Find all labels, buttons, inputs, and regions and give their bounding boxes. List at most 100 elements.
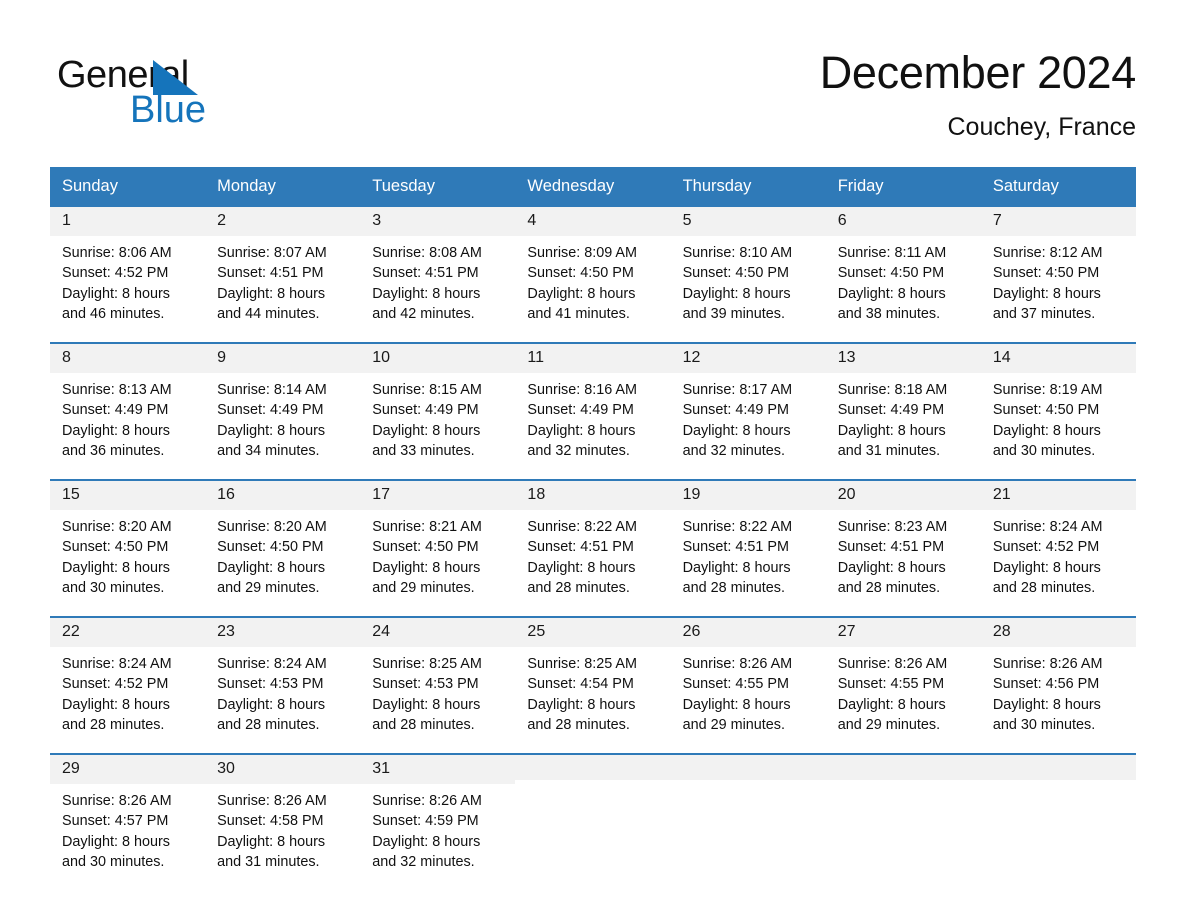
sunrise-text: Sunrise: 8:26 AM [837, 656, 948, 673]
day-details: Sunrise: 8:20 AM Sunset: 4:50 PM Daylight:… [50, 510, 205, 598]
calendar-day-cell[interactable]: 20 Sunrise: 8:23 AM Sunset: 4:51 PM Dayligh… [825, 480, 981, 616]
daylight-text-line1: Daylight: 8 hours [837, 559, 946, 576]
daylight-text-line1: Daylight: 8 hours [372, 559, 481, 576]
daylight-text-line1: Daylight: 8 hours [992, 696, 1101, 713]
calendar-day-cell[interactable]: 26 Sunrise: 8:26 AM Sunset: 4:55 PM Dayligh… [670, 617, 826, 753]
calendar-day-cell[interactable]: 28 Sunrise: 8:26 AM Sunset: 4:56 PM Dayligh… [980, 617, 1136, 753]
calendar-day-cell[interactable]: 9 Sunrise: 8:14 AM Sunset: 4:49 PM Daylight… [205, 343, 361, 479]
day-number: 20 [825, 480, 981, 511]
calendar-day-cell[interactable]: 19 Sunrise: 8:22 AM Sunset: 4:51 PM Dayligh… [670, 480, 826, 616]
calendar-day-cell[interactable]: 25 Sunrise: 8:25 AM Sunset: 4:54 PM Dayligh… [515, 617, 671, 753]
daylight-text-line1: Daylight: 8 hours [527, 422, 636, 439]
sunset-text: Sunset: 4:49 PM [372, 402, 479, 419]
calendar-day-cell[interactable]: 2 Sunrise: 8:07 AM Sunset: 4:51 PM Daylight… [205, 206, 361, 342]
sunset-text: Sunset: 4:50 PM [682, 265, 789, 282]
sunset-text: Sunset: 4:49 PM [62, 402, 169, 419]
sunrise-text: Sunrise: 8:13 AM [62, 382, 172, 399]
daylight-text-line2: and 36 minutes. [62, 442, 165, 459]
calendar-week-row: 1 Sunrise: 8:06 AM Sunset: 4:52 PM Daylight… [50, 206, 1136, 342]
day-details: Sunrise: 8:22 AM Sunset: 4:51 PM Daylight:… [671, 510, 826, 598]
calendar-day-cell[interactable]: 10 Sunrise: 8:15 AM Sunset: 4:49 PM Dayligh… [360, 343, 516, 479]
calendar-table: Sunday Monday Tuesday Wednesday Thursday… [50, 167, 1136, 890]
calendar-day-cell[interactable]: 29 Sunrise: 8:26 AM Sunset: 4:57 PM Dayligh… [50, 754, 206, 890]
calendar-day-cell-empty [980, 754, 1136, 890]
weekday-header-tuesday: Tuesday [372, 177, 435, 195]
calendar-day-cell[interactable]: 11 Sunrise: 8:16 AM Sunset: 4:49 PM Dayligh… [515, 343, 671, 479]
day-details: Sunrise: 8:06 AM Sunset: 4:52 PM Daylight:… [50, 236, 205, 324]
calendar-day-cell[interactable]: 23 Sunrise: 8:24 AM Sunset: 4:53 PM Dayligh… [205, 617, 361, 753]
day-number: 16 [205, 480, 361, 511]
daylight-text-line1: Daylight: 8 hours [372, 422, 481, 439]
daylight-text-line1: Daylight: 8 hours [217, 559, 326, 576]
daylight-text-line1: Daylight: 8 hours [682, 559, 791, 576]
sunset-text: Sunset: 4:49 PM [217, 402, 324, 419]
day-details: Sunrise: 8:11 AM Sunset: 4:50 PM Daylight:… [826, 236, 981, 324]
calendar-day-cell[interactable]: 17 Sunrise: 8:21 AM Sunset: 4:50 PM Dayligh… [360, 480, 516, 616]
daylight-text-line1: Daylight: 8 hours [527, 285, 636, 302]
day-number: 2 [205, 206, 361, 237]
day-details: Sunrise: 8:15 AM Sunset: 4:49 PM Daylight:… [360, 373, 515, 461]
sunrise-text: Sunrise: 8:25 AM [372, 656, 482, 673]
weekday-header-friday: Friday [837, 177, 884, 195]
calendar-day-cell[interactable]: 6 Sunrise: 8:11 AM Sunset: 4:50 PM Daylight… [825, 206, 981, 342]
calendar-day-cell[interactable]: 13 Sunrise: 8:18 AM Sunset: 4:49 PM Dayligh… [825, 343, 981, 479]
title-block: December 2024 Couchey, France [820, 46, 1137, 141]
calendar-day-cell[interactable]: 1 Sunrise: 8:06 AM Sunset: 4:52 PM Daylight… [50, 206, 206, 342]
daylight-text-line2: and 32 minutes. [527, 442, 630, 459]
daylight-text-line2: and 28 minutes. [217, 716, 320, 733]
sunrise-text: Sunrise: 8:06 AM [62, 245, 172, 262]
daylight-text-line2: and 29 minutes. [372, 579, 475, 596]
calendar-day-cell[interactable]: 27 Sunrise: 8:26 AM Sunset: 4:55 PM Dayligh… [825, 617, 981, 753]
daylight-text-line1: Daylight: 8 hours [62, 422, 170, 439]
day-number [980, 754, 1136, 780]
daylight-text-line1: Daylight: 8 hours [62, 696, 170, 713]
sunset-text: Sunset: 4:50 PM [527, 265, 634, 282]
calendar-day-cell[interactable]: 18 Sunrise: 8:22 AM Sunset: 4:51 PM Dayligh… [515, 480, 671, 616]
day-number: 8 [50, 343, 206, 374]
day-number: 1 [50, 206, 206, 237]
daylight-text-line1: Daylight: 8 hours [992, 422, 1101, 439]
brand-logo[interactable]: General Blue [57, 46, 287, 129]
calendar-day-cell[interactable]: 12 Sunrise: 8:17 AM Sunset: 4:49 PM Dayligh… [670, 343, 826, 479]
calendar-day-cell[interactable]: 30 Sunrise: 8:26 AM Sunset: 4:58 PM Dayligh… [205, 754, 361, 890]
calendar-day-cell[interactable]: 22 Sunrise: 8:24 AM Sunset: 4:52 PM Dayligh… [50, 617, 206, 753]
calendar-week-row: 29 Sunrise: 8:26 AM Sunset: 4:57 PM Dayligh… [50, 752, 1136, 890]
day-details: Sunrise: 8:12 AM Sunset: 4:50 PM Daylight:… [981, 236, 1136, 324]
calendar-day-cell[interactable]: 15 Sunrise: 8:20 AM Sunset: 4:50 PM Dayligh… [50, 480, 206, 616]
day-number: 17 [360, 480, 516, 511]
sunrise-text: Sunrise: 8:09 AM [527, 245, 638, 262]
calendar-day-cell[interactable]: 7 Sunrise: 8:12 AM Sunset: 4:50 PM Daylight… [980, 206, 1136, 342]
sunrise-text: Sunrise: 8:22 AM [527, 519, 638, 536]
daylight-text-line2: and 30 minutes. [992, 442, 1096, 459]
weekday-header-monday: Monday [217, 177, 276, 195]
day-number: 5 [670, 206, 826, 237]
sunset-text: Sunset: 4:52 PM [62, 265, 169, 282]
sunset-text: Sunset: 4:56 PM [992, 676, 1100, 693]
sunset-text: Sunset: 4:50 PM [992, 402, 1100, 419]
sunset-text: Sunset: 4:51 PM [837, 539, 945, 556]
calendar-day-cell[interactable]: 4 Sunrise: 8:09 AM Sunset: 4:50 PM Daylight… [515, 206, 671, 342]
calendar-day-cell[interactable]: 16 Sunrise: 8:20 AM Sunset: 4:50 PM Dayligh… [205, 480, 361, 616]
daylight-text-line1: Daylight: 8 hours [527, 559, 636, 576]
sunrise-text: Sunrise: 8:18 AM [837, 382, 948, 399]
sunset-text: Sunset: 4:59 PM [372, 813, 479, 830]
calendar-day-cell[interactable]: 24 Sunrise: 8:25 AM Sunset: 4:53 PM Dayligh… [360, 617, 516, 753]
daylight-text-line2: and 28 minutes. [62, 716, 165, 733]
calendar-day-cell[interactable]: 8 Sunrise: 8:13 AM Sunset: 4:49 PM Daylight… [50, 343, 206, 479]
calendar-day-cell[interactable]: 3 Sunrise: 8:08 AM Sunset: 4:51 PM Daylight… [360, 206, 516, 342]
day-details: Sunrise: 8:22 AM Sunset: 4:51 PM Daylight:… [515, 510, 670, 598]
calendar-day-cell[interactable]: 14 Sunrise: 8:19 AM Sunset: 4:50 PM Dayligh… [980, 343, 1136, 479]
calendar-day-cell[interactable]: 21 Sunrise: 8:24 AM Sunset: 4:52 PM Dayligh… [980, 480, 1136, 616]
daylight-text-line2: and 29 minutes. [217, 579, 320, 596]
day-details: Sunrise: 8:24 AM Sunset: 4:52 PM Daylight:… [981, 510, 1136, 598]
sunset-text: Sunset: 4:53 PM [217, 676, 324, 693]
day-details: Sunrise: 8:24 AM Sunset: 4:53 PM Daylight:… [205, 647, 360, 735]
day-details: Sunrise: 8:25 AM Sunset: 4:54 PM Daylight:… [515, 647, 670, 735]
calendar-day-cell[interactable]: 31 Sunrise: 8:26 AM Sunset: 4:59 PM Dayligh… [360, 754, 516, 890]
sunrise-text: Sunrise: 8:26 AM [217, 793, 327, 810]
day-details: Sunrise: 8:17 AM Sunset: 4:49 PM Daylight:… [671, 373, 826, 461]
sunrise-text: Sunrise: 8:11 AM [837, 245, 947, 262]
daylight-text-line2: and 30 minutes. [992, 716, 1096, 733]
calendar-day-cell[interactable]: 5 Sunrise: 8:10 AM Sunset: 4:50 PM Daylight… [670, 206, 826, 342]
daylight-text-line2: and 29 minutes. [837, 716, 941, 733]
